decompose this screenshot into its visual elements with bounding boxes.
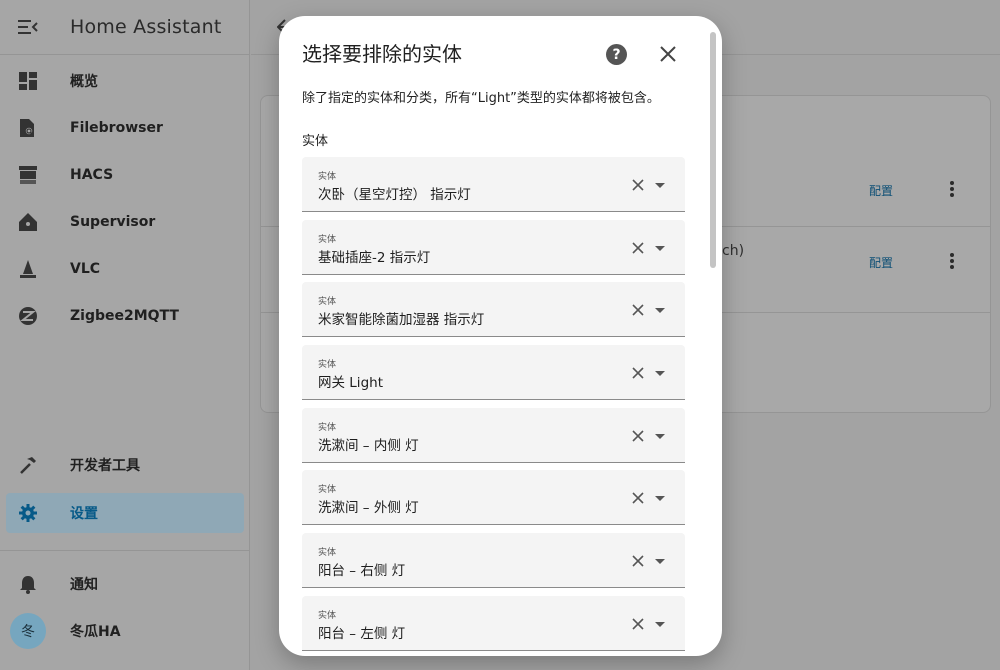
- dropdown-arrow-icon[interactable]: [655, 496, 665, 501]
- sidebar-item-label: Zigbee2MQTT: [70, 308, 179, 324]
- avatar: 冬: [10, 613, 46, 649]
- entity-picker-label: 实体: [318, 360, 337, 370]
- menu-toggle-button[interactable]: [0, 0, 56, 55]
- menu-collapse-icon: [18, 20, 38, 34]
- dropdown-arrow-icon[interactable]: [655, 559, 665, 564]
- dialog-description: 除了指定的实体和分类，所有“Light”类型的实体都将被包含。: [302, 91, 660, 106]
- more-options-icon[interactable]: [948, 251, 956, 271]
- sidebar-item-developer-tools[interactable]: 开发者工具: [6, 445, 244, 485]
- entity-picker-value: 次卧（星空灯控） 指示灯: [318, 187, 471, 203]
- entity-picker-value: 洗漱间 – 内侧 灯: [318, 438, 419, 454]
- entity-picker[interactable]: 实体 洗漱间 – 内侧 灯: [302, 408, 685, 463]
- clear-icon[interactable]: [632, 242, 644, 254]
- entity-picker-label: 实体: [318, 235, 337, 245]
- dropdown-arrow-icon[interactable]: [655, 434, 665, 439]
- configure-link[interactable]: 配置: [869, 182, 893, 199]
- gear-icon: [6, 503, 50, 523]
- entity-picker-value: 阳台 – 右侧 灯: [318, 563, 406, 579]
- bell-icon: [6, 574, 50, 594]
- sidebar-item-label: 开发者工具: [70, 458, 140, 474]
- sidebar-item-settings[interactable]: 设置: [6, 493, 244, 533]
- sidebar-item-supervisor[interactable]: Supervisor: [6, 202, 244, 242]
- entity-picker[interactable]: 实体 阳台 – 左侧 灯: [302, 596, 685, 651]
- sidebar-item-vlc[interactable]: VLC: [6, 249, 244, 289]
- entity-picker[interactable]: 实体 洗漱间 – 外侧 灯: [302, 470, 685, 525]
- entity-picker[interactable]: 实体 阳台 – 右侧 灯: [302, 533, 685, 588]
- configure-link[interactable]: 配置: [869, 254, 893, 271]
- sidebar-item-label: 通知: [70, 577, 98, 593]
- clear-icon[interactable]: [632, 555, 644, 567]
- clear-icon[interactable]: [632, 179, 644, 191]
- vlc-cone-icon: [6, 259, 50, 279]
- sidebar: Home Assistant 概览 Filebrowser HACS Super…: [0, 0, 250, 670]
- clear-icon[interactable]: [632, 304, 644, 316]
- sidebar-item-user[interactable]: 冬 冬瓜HA: [6, 611, 244, 651]
- entity-picker-value: 洗漱间 – 外侧 灯: [318, 500, 419, 516]
- clear-icon[interactable]: [632, 367, 644, 379]
- help-icon[interactable]: ?: [606, 44, 627, 65]
- clear-icon[interactable]: [632, 618, 644, 630]
- sidebar-item-label: Filebrowser: [70, 120, 163, 136]
- sidebar-item-overview[interactable]: 概览: [6, 61, 244, 101]
- dropdown-arrow-icon[interactable]: [655, 371, 665, 376]
- home-assistant-icon: [6, 212, 50, 232]
- sidebar-item-zigbee2mqtt[interactable]: Zigbee2MQTT: [6, 296, 244, 336]
- entity-picker[interactable]: 实体 次卧（星空灯控） 指示灯: [302, 157, 685, 212]
- more-options-icon[interactable]: [948, 179, 956, 199]
- dialog-scrollbar[interactable]: [710, 32, 716, 268]
- clear-icon[interactable]: [632, 492, 644, 504]
- row-text-fragment: ch): [722, 243, 745, 259]
- zigbee-icon: [6, 306, 50, 326]
- entity-picker-label: 实体: [318, 548, 337, 558]
- entity-picker-label: 实体: [318, 611, 337, 621]
- sidebar-item-label: 设置: [70, 506, 98, 522]
- dialog-title: 选择要排除的实体: [302, 42, 462, 66]
- dropdown-arrow-icon[interactable]: [655, 246, 665, 251]
- clear-icon[interactable]: [632, 430, 644, 442]
- close-icon[interactable]: [659, 45, 677, 63]
- dropdown-arrow-icon[interactable]: [655, 308, 665, 313]
- entity-picker-label: 实体: [318, 297, 337, 307]
- file-search-icon: [6, 118, 50, 138]
- dropdown-arrow-icon[interactable]: [655, 622, 665, 627]
- sidebar-divider: [0, 550, 250, 551]
- exclude-entities-dialog: 选择要排除的实体 ? 除了指定的实体和分类，所有“Light”类型的实体都将被包…: [279, 16, 722, 656]
- hacs-store-icon: [6, 165, 50, 185]
- sidebar-item-hacs[interactable]: HACS: [6, 155, 244, 195]
- entity-picker[interactable]: 实体 网关 Light: [302, 345, 685, 400]
- entity-picker-value: 基础插座-2 指示灯: [318, 250, 431, 266]
- entity-picker-label: 实体: [318, 485, 337, 495]
- sidebar-item-label: 冬瓜HA: [70, 624, 121, 640]
- dashboard-icon: [6, 72, 50, 90]
- entity-picker-label: 实体: [318, 423, 337, 433]
- entity-picker-value: 网关 Light: [318, 375, 383, 391]
- sidebar-item-label: VLC: [70, 261, 101, 277]
- entity-picker[interactable]: 实体 基础插座-2 指示灯: [302, 220, 685, 275]
- dropdown-arrow-icon[interactable]: [655, 183, 665, 188]
- entity-picker-label: 实体: [318, 172, 337, 182]
- entity-picker-value: 米家智能除菌加湿器 指示灯: [318, 312, 485, 328]
- sidebar-item-label: 概览: [70, 74, 98, 90]
- hammer-icon: [6, 455, 50, 475]
- sidebar-item-label: HACS: [70, 167, 114, 183]
- entity-picker-value: 阳台 – 左侧 灯: [318, 626, 406, 642]
- sidebar-item-filebrowser[interactable]: Filebrowser: [6, 108, 244, 148]
- app-title: Home Assistant: [70, 16, 222, 38]
- entities-section-label: 实体: [302, 134, 329, 149]
- sidebar-item-label: Supervisor: [70, 214, 156, 230]
- avatar-wrapper: 冬: [6, 613, 50, 649]
- sidebar-header: Home Assistant: [0, 0, 249, 55]
- sidebar-item-notifications[interactable]: 通知: [6, 564, 244, 604]
- entity-picker[interactable]: 实体 米家智能除菌加湿器 指示灯: [302, 282, 685, 337]
